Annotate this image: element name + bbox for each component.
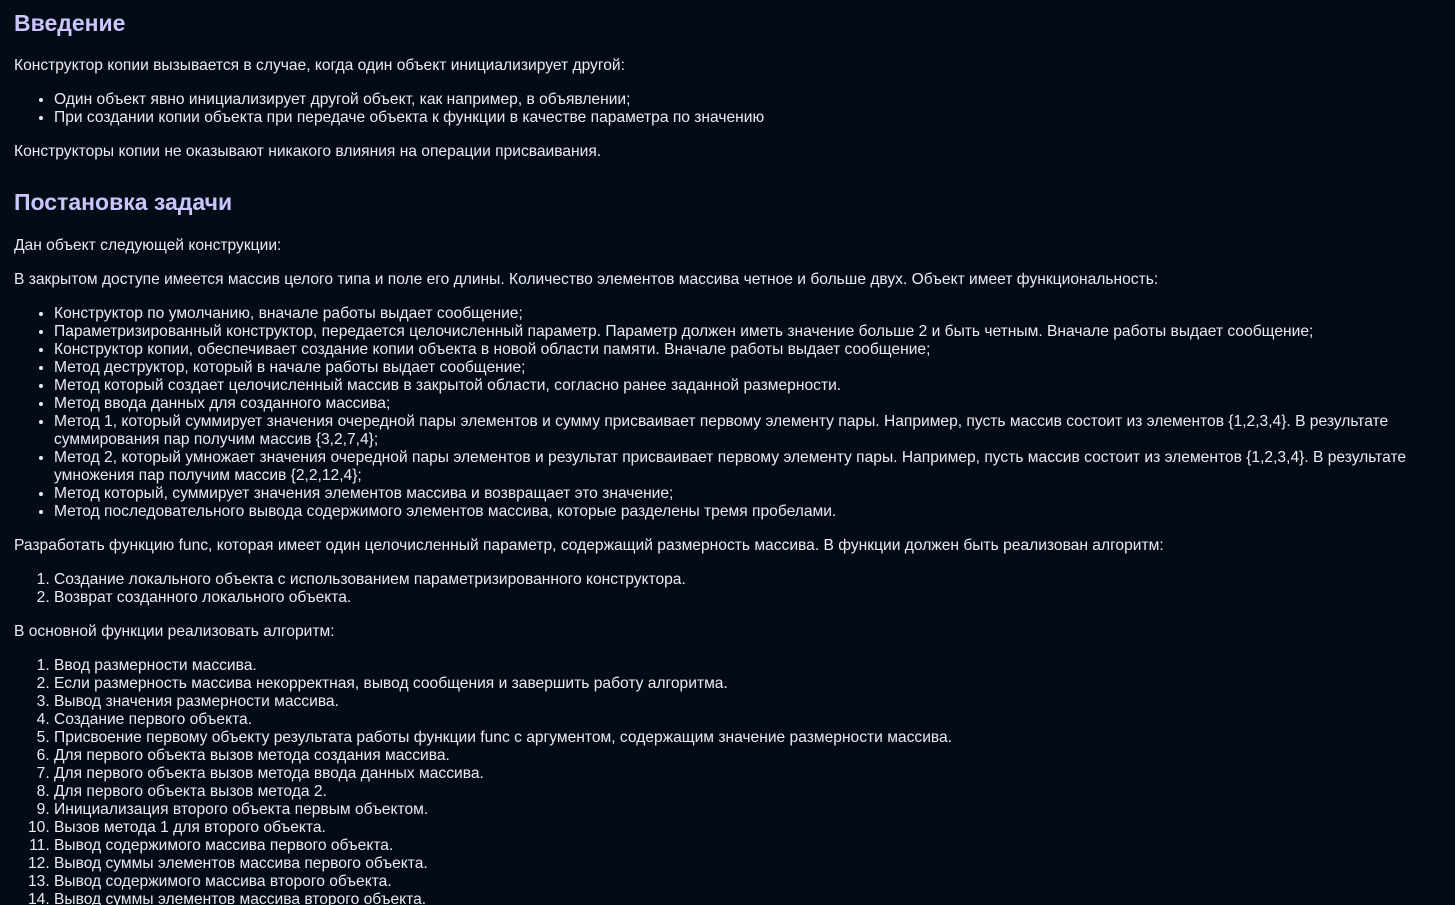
list-item: Параметризированный конструктор, передае…: [54, 323, 1441, 341]
list-item: Вывод содержимого массива первого объект…: [54, 837, 1441, 855]
task-paragraph-main: В основной функции реализовать алгоритм:: [14, 623, 335, 640]
list-item: Метод 1, который суммирует значения очер…: [54, 413, 1441, 449]
list-item: Вызов метода 1 для второго объекта.: [54, 819, 1441, 837]
list-item: Вывод суммы элементов массива второго об…: [54, 891, 1441, 905]
list-item: Один объект явно инициализирует другой о…: [54, 91, 1441, 109]
list-item: Если размерность массива некорректная, в…: [54, 675, 1441, 693]
list-item: Метод который создает целочисленный масс…: [54, 377, 1441, 395]
feature-list: Конструктор по умолчанию, вначале работы…: [14, 305, 1441, 521]
list-item: Создание локального объекта с использова…: [54, 571, 1441, 589]
list-item: Вывод содержимого массива второго объект…: [54, 873, 1441, 891]
task-paragraph-description: В закрытом доступе имеется массив целого…: [14, 271, 1159, 288]
intro-heading: Введение: [14, 10, 126, 36]
task-paragraph-func: Разработать функцию func, которая имеет …: [14, 537, 1164, 554]
intro-bullet-list: Один объект явно инициализирует другой о…: [14, 91, 1441, 127]
list-item: Метод ввода данных для созданного массив…: [54, 395, 1441, 413]
list-item: Метод 2, который умножает значения очере…: [54, 449, 1441, 485]
list-item: Присвоение первому объекту результата ра…: [54, 729, 1441, 747]
list-item: Создание первого объекта.: [54, 711, 1441, 729]
intro-note-paragraph: Конструкторы копии не оказывают никакого…: [14, 143, 602, 160]
list-item: Вывод суммы элементов массива первого об…: [54, 855, 1441, 873]
list-item: Метод который, суммирует значения элемен…: [54, 485, 1441, 503]
func-steps-list: Создание локального объекта с использова…: [14, 571, 1441, 607]
list-item: При создании копии объекта при передаче …: [54, 109, 1441, 127]
list-item: Возврат созданного локального объекта.: [54, 589, 1441, 607]
list-item: Вывод значения размерности массива.: [54, 693, 1441, 711]
list-item: Для первого объекта вызов метода ввода д…: [54, 765, 1441, 783]
list-item: Для первого объекта вызов метода 2.: [54, 783, 1441, 801]
intro-paragraph: Конструктор копии вызывается в случае, к…: [14, 57, 625, 74]
list-item: Конструктор по умолчанию, вначале работы…: [54, 305, 1441, 323]
main-steps-list: Ввод размерности массива. Если размернос…: [14, 657, 1441, 905]
task-heading: Постановка задачи: [14, 189, 233, 215]
list-item: Метод деструктор, который в начале работ…: [54, 359, 1441, 377]
list-item: Инициализация второго объекта первым объ…: [54, 801, 1441, 819]
list-item: Ввод размерности массива.: [54, 657, 1441, 675]
task-paragraph-object: Дан объект следующей конструкции:: [14, 237, 282, 254]
list-item: Для первого объекта вызов метода создани…: [54, 747, 1441, 765]
list-item: Конструктор копии, обеспечивает создание…: [54, 341, 1441, 359]
document-page: Введение Конструктор копии вызывается в …: [0, 0, 1455, 905]
list-item: Метод последовательного вывода содержимо…: [54, 503, 1441, 521]
